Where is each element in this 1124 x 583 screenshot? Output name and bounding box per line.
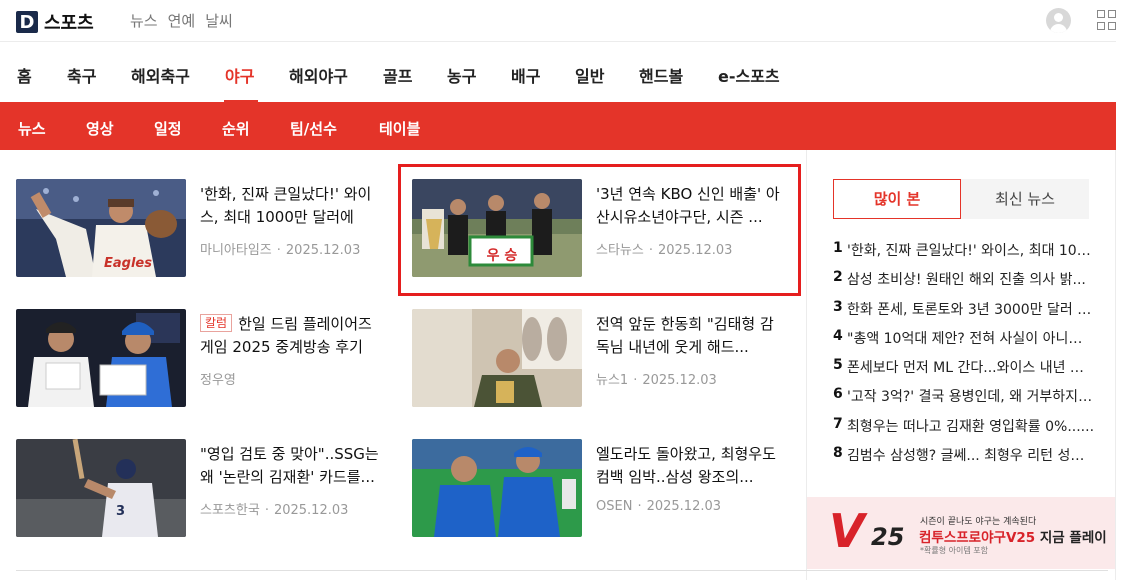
article-meta: OSEN · 2025.12.03 (596, 499, 722, 514)
ad-game-name: 컴투스프로야구V25 (919, 530, 1036, 546)
ranking-item[interactable]: 7 최형우는 떠나고 김재환 영입확률 0%...... (833, 416, 1095, 445)
subnav-standings[interactable]: 순위 (222, 118, 250, 139)
daum-sports-logo[interactable]: D 스포츠 (16, 9, 94, 35)
rank-number: 3 (833, 298, 843, 315)
top-link-news[interactable]: 뉴스 (130, 10, 158, 31)
ranking-item[interactable]: 8 김범수 삼성행? 글쎄... 최형우 리턴 성공... (833, 445, 1095, 474)
article-author: 정우영 (200, 373, 236, 388)
nav-esports[interactable]: e-스포츠 (718, 63, 780, 87)
article-card[interactable]: 엘도라도 돌아왔고, 최형우도 컴백 임박..삼성 왕조의... OSEN · 20… (412, 439, 792, 539)
article-meta: 정우영 (200, 369, 236, 388)
article-title[interactable]: 전역 앞둔 한동희 "김태형 감독님 내년에 웃게 해드... (596, 313, 782, 359)
rank-number: 6 (833, 386, 843, 403)
article-meta: 스포츠한국 · 2025.12.03 (200, 503, 349, 518)
subnav-teams-players[interactable]: 팀/선수 (290, 118, 337, 139)
rank-title: 삼성 초비상! 원태인 해외 진출 의사 밝... (847, 272, 1086, 289)
game-ad-banner[interactable]: V 25 시즌이 끝나도 야구는 계속된다 컴투스프로야구V25 지금 플레이 … (807, 497, 1115, 569)
ad-logo-number: 25 (871, 523, 905, 551)
nav-basketball[interactable]: 농구 (447, 63, 476, 87)
nav-soccer[interactable]: 축구 (67, 63, 96, 87)
ad-logo-v: V (829, 504, 865, 558)
nav-handball[interactable]: 핸드볼 (639, 63, 683, 87)
article-thumbnail[interactable] (412, 309, 582, 407)
article-source: 스포츠한국 (200, 503, 260, 518)
sidebar-divider-right (1115, 150, 1116, 580)
article-source: 뉴스1 (596, 373, 629, 388)
article-title[interactable]: 엘도라도 돌아왔고, 최형우도 컴백 임박..삼성 왕조의... (596, 443, 782, 489)
svg-text:Eagles: Eagles (104, 256, 152, 271)
article-title[interactable]: "영입 검토 중 맞아"..SSG는 왜 '논란의 김재환' 카드를... (200, 443, 386, 489)
ad-cta: 지금 플레이 (1035, 530, 1107, 546)
rank-number: 1 (833, 240, 843, 256)
ranking-tabs: 많이 본 최신 뉴스 (833, 179, 1089, 219)
top-header: D 스포츠 뉴스 연예 날씨 (0, 0, 1116, 42)
article-card[interactable]: 3 "영입 검토 중 맞아"..SSG는 왜 '논란의 김재환' 카드를... … (16, 439, 396, 539)
article-date: 2025.12.03 (646, 499, 722, 514)
user-avatar-icon[interactable] (1046, 8, 1071, 33)
subnav-schedule[interactable]: 일정 (154, 118, 182, 139)
rank-title: '고작 3억?' 결국 용병인데, 왜 거부하지 ... (847, 389, 1095, 406)
ranking-item[interactable]: 1 '한화, 진짜 큰일났다!' 와이스, 최대 1000... (833, 240, 1095, 269)
ranking-item[interactable]: 3 한화 폰세, 토론토와 3년 3000만 달러 계... (833, 299, 1095, 328)
rank-number: 2 (833, 269, 843, 286)
nav-home[interactable]: 홈 (17, 63, 32, 87)
article-date: 2025.12.03 (642, 373, 717, 388)
service-menu-icon[interactable] (1097, 10, 1117, 30)
subnav-table[interactable]: 테이블 (379, 118, 420, 139)
rank-title: '한화, 진짜 큰일났다!' 와이스, 최대 1000... (847, 243, 1095, 259)
rank-title: 한화 폰세, 토론토와 3년 3000만 달러 계... (847, 301, 1095, 318)
article-meta: 마니아타임즈 · 2025.12.03 (200, 243, 361, 258)
highlight-box (398, 164, 801, 296)
subnav-news[interactable]: 뉴스 (18, 118, 46, 139)
article-source: 마니아타임즈 (200, 243, 272, 258)
subnav-video[interactable]: 영상 (86, 118, 114, 139)
nav-baseball[interactable]: 야구 (225, 63, 254, 87)
ranking-item[interactable]: 4 "총액 10억대 제안? 전혀 사실이 아니다"... (833, 328, 1095, 357)
article-thumbnail[interactable]: 3 (16, 439, 186, 537)
ranking-item[interactable]: 5 폰세보다 먼저 ML 간다...와이스 내년 연... (833, 357, 1095, 386)
article-date: 2025.12.03 (285, 243, 361, 258)
tab-most-viewed[interactable]: 많이 본 (833, 179, 961, 219)
article-title[interactable]: 칼럼 한일 드림 플레이어즈 게임 2025 중계방송 후기 (200, 313, 386, 359)
rank-number: 5 (833, 357, 843, 374)
article-card[interactable]: 전역 앞둔 한동희 "김태형 감독님 내년에 웃게 해드... 뉴스1 · 2025… (412, 309, 792, 409)
rank-number: 8 (833, 445, 843, 462)
top-link-weather[interactable]: 날씨 (205, 10, 233, 31)
rank-title: 최형우는 떠나고 김재환 영입확률 0%...... (847, 418, 1095, 435)
nav-world-baseball[interactable]: 해외야구 (289, 63, 348, 87)
article-card[interactable]: Eagles '한화, 진짜 큰일났다!' 와이스, 최대 1000만 달러에 … (16, 179, 396, 279)
nav-golf[interactable]: 골프 (383, 63, 412, 87)
rank-number: 7 (833, 415, 843, 432)
nav-world-soccer[interactable]: 해외축구 (131, 63, 190, 87)
article-card[interactable]: 칼럼 한일 드림 플레이어즈 게임 2025 중계방송 후기 정우영 (16, 309, 396, 409)
column-badge: 칼럼 (200, 314, 233, 332)
logo-mark: D (16, 11, 38, 33)
article-thumbnail[interactable]: Eagles (16, 179, 186, 277)
bottom-divider (16, 570, 1108, 571)
article-thumbnail[interactable] (16, 309, 186, 407)
article-meta: 뉴스1 · 2025.12.03 (596, 373, 717, 388)
article-title[interactable]: '한화, 진짜 큰일났다!' 와이스, 최대 1000만 달러에 휴... (200, 183, 386, 229)
nav-general[interactable]: 일반 (575, 63, 604, 87)
article-source: OSEN (596, 499, 633, 514)
nav-volleyball[interactable]: 배구 (511, 63, 540, 87)
top-links: 뉴스 연예 날씨 (130, 10, 233, 31)
ad-disclaimer: *확률형 아이템 포함 (920, 546, 988, 555)
ad-headline: 컴투스프로야구V25 지금 플레이 (919, 526, 1107, 546)
tab-latest-news[interactable]: 최신 뉴스 (961, 179, 1089, 219)
rank-title: "총액 10억대 제안? 전혀 사실이 아니다"... (847, 330, 1095, 347)
main-category-nav: 홈 축구 해외축구 야구 해외야구 골프 농구 배구 일반 핸드볼 e-스포츠 (0, 42, 1116, 102)
svg-text:3: 3 (116, 504, 125, 519)
top-link-entertainment[interactable]: 연예 (168, 10, 196, 31)
article-thumbnail[interactable] (412, 439, 582, 537)
rank-title: 김범수 삼성행? 글쎄... 최형우 리턴 성공... (847, 448, 1095, 465)
ranking-list: 1 '한화, 진짜 큰일났다!' 와이스, 최대 1000... 2 삼성 초비상!… (833, 240, 1095, 474)
ranking-item[interactable]: 6 '고작 3억?' 결국 용병인데, 왜 거부하지 ... (833, 386, 1095, 415)
article-date: 2025.12.03 (273, 503, 349, 518)
ranking-item[interactable]: 2 삼성 초비상! 원태인 해외 진출 의사 밝... (833, 269, 1095, 298)
baseball-sub-nav: 뉴스 영상 일정 순위 팀/선수 테이블 (0, 102, 1116, 150)
logo-text: 스포츠 (44, 13, 94, 34)
rank-title: 폰세보다 먼저 ML 간다...와이스 내년 연... (847, 360, 1095, 377)
rank-number: 4 (833, 327, 843, 344)
